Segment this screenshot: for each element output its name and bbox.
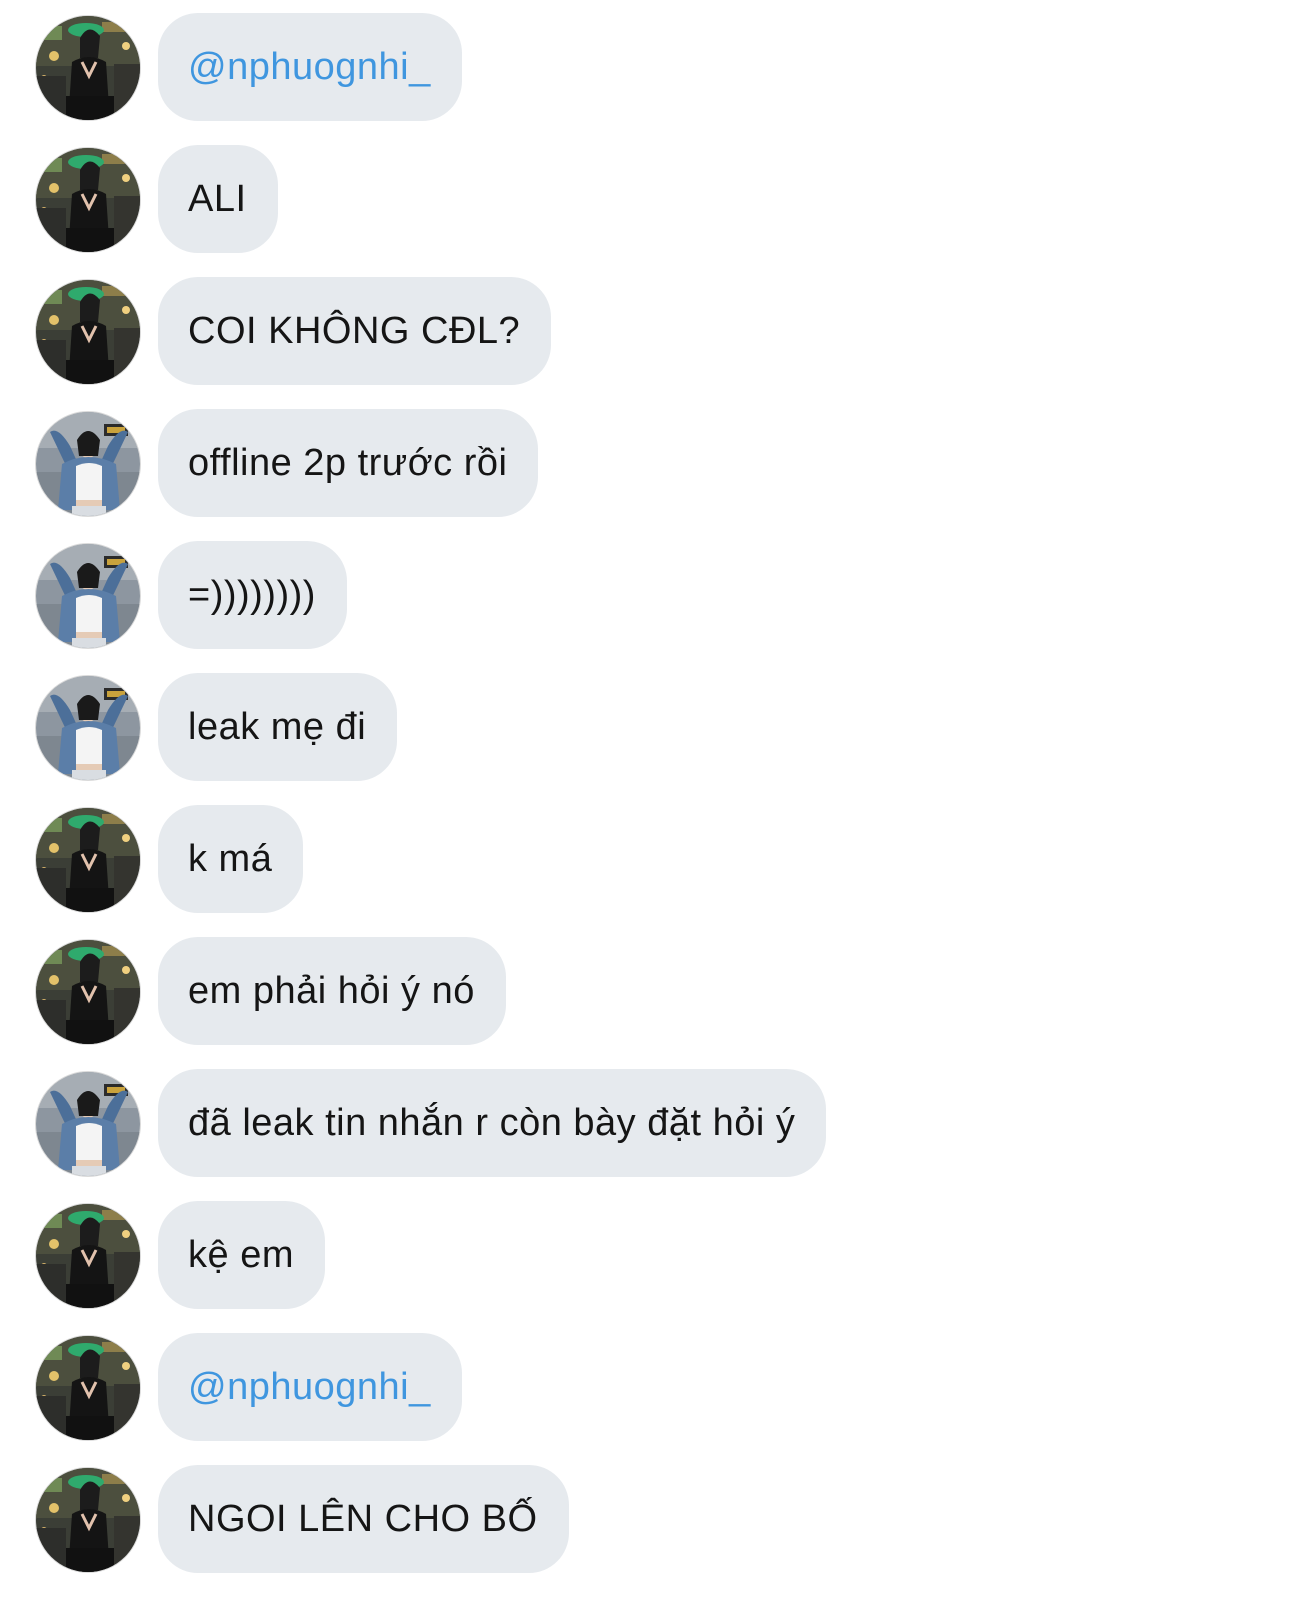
- message-text: =)))))))): [188, 574, 316, 616]
- mention-link[interactable]: @nphuognhi_: [188, 1368, 431, 1406]
- message-bubble[interactable]: ALI: [158, 145, 278, 253]
- message-row: NGOI LÊN CHO BỐ: [0, 1465, 1289, 1597]
- message-row: @nphuognhi_: [0, 13, 1289, 145]
- sender-avatar-b[interactable]: [35, 411, 141, 517]
- sender-avatar-a[interactable]: [35, 1467, 141, 1573]
- message-text: offline 2p trước rồi: [188, 442, 508, 484]
- message-bubble[interactable]: COI KHÔNG CĐL?: [158, 277, 552, 385]
- message-bubble[interactable]: leak mẹ đi: [158, 673, 398, 781]
- message-text: kệ em: [188, 1234, 294, 1276]
- message-bubble[interactable]: em phải hỏi ý nó: [158, 937, 506, 1045]
- sender-avatar-a[interactable]: [35, 279, 141, 385]
- message-text: NGOI LÊN CHO BỐ: [188, 1498, 538, 1540]
- message-row: ALI: [0, 145, 1289, 277]
- message-thread: @nphuognhi_ ALI COI KHÔNG CĐL? offline 2…: [0, 13, 1289, 1597]
- sender-avatar-a[interactable]: [35, 147, 141, 253]
- message-row: em phải hỏi ý nó: [0, 937, 1289, 1069]
- message-text: đã leak tin nhắn r còn bày đặt hỏi ý: [188, 1102, 796, 1144]
- message-row: COI KHÔNG CĐL?: [0, 277, 1289, 409]
- message-bubble[interactable]: =)))))))): [158, 541, 347, 649]
- sender-avatar-b[interactable]: [35, 675, 141, 781]
- message-text: em phải hỏi ý nó: [188, 970, 475, 1012]
- message-text: k má: [188, 838, 273, 880]
- message-text: leak mẹ đi: [188, 706, 367, 748]
- message-bubble[interactable]: k má: [158, 805, 304, 913]
- sender-avatar-a[interactable]: [35, 15, 141, 121]
- sender-avatar-b[interactable]: [35, 1071, 141, 1177]
- message-row: leak mẹ đi: [0, 673, 1289, 805]
- message-bubble[interactable]: NGOI LÊN CHO BỐ: [158, 1465, 569, 1573]
- sender-avatar-b[interactable]: [35, 543, 141, 649]
- message-bubble[interactable]: kệ em: [158, 1201, 325, 1309]
- message-bubble[interactable]: @nphuognhi_: [158, 1333, 462, 1441]
- sender-avatar-a[interactable]: [35, 807, 141, 913]
- message-bubble[interactable]: đã leak tin nhắn r còn bày đặt hỏi ý: [158, 1069, 827, 1177]
- message-row: @nphuognhi_: [0, 1333, 1289, 1465]
- message-row: kệ em: [0, 1201, 1289, 1333]
- sender-avatar-a[interactable]: [35, 939, 141, 1045]
- message-bubble[interactable]: offline 2p trước rồi: [158, 409, 539, 517]
- message-row: k má: [0, 805, 1289, 937]
- message-row: =)))))))): [0, 541, 1289, 673]
- message-row: offline 2p trước rồi: [0, 409, 1289, 541]
- message-bubble[interactable]: @nphuognhi_: [158, 13, 462, 121]
- mention-link[interactable]: @nphuognhi_: [188, 48, 431, 86]
- sender-avatar-a[interactable]: [35, 1203, 141, 1309]
- message-row: đã leak tin nhắn r còn bày đặt hỏi ý: [0, 1069, 1289, 1201]
- message-text: ALI: [188, 178, 247, 220]
- sender-avatar-a[interactable]: [35, 1335, 141, 1441]
- message-text: COI KHÔNG CĐL?: [188, 310, 521, 352]
